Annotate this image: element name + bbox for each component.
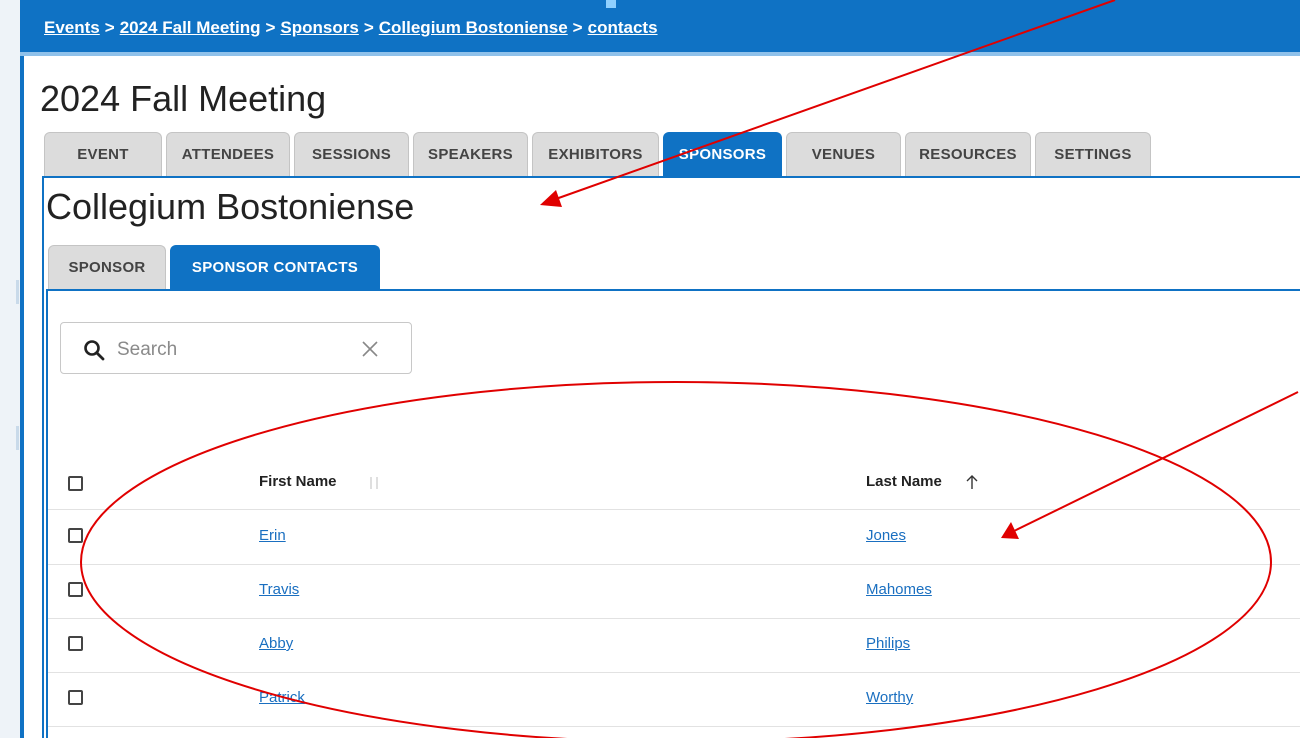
last-name-link[interactable]: Philips	[866, 635, 910, 652]
tab-sponsors[interactable]: SPONSORS	[663, 132, 782, 176]
last-name-link[interactable]: Jones	[866, 527, 906, 544]
table-row: Erin Jones	[48, 510, 1300, 565]
breadcrumb-events[interactable]: Events	[44, 18, 100, 37]
left-edge-strip	[0, 0, 20, 738]
table-row: Abby Philips	[48, 618, 1300, 673]
tab-resources[interactable]: RESOURCES	[905, 132, 1031, 176]
row-checkbox[interactable]	[68, 636, 83, 651]
first-name-link[interactable]: Travis	[259, 581, 299, 598]
breadcrumb: Events >2024 Fall Meeting > Sponsors > Colleg…	[44, 18, 658, 38]
breadcrumb-separator: >	[104, 18, 115, 37]
top-marker-icon	[606, 0, 616, 8]
column-header-first-name[interactable]: First Name	[259, 473, 337, 490]
table-header: First Name Last Name	[48, 457, 1300, 510]
search-icon	[84, 340, 105, 361]
tab-sponsor[interactable]: SPONSOR	[48, 245, 166, 289]
row-checkbox[interactable]	[68, 528, 83, 543]
table-row: Travis Mahomes	[48, 564, 1300, 619]
main-tab-bar: EVENT ATTENDEES SESSIONS SPEAKERS EXHIBI…	[44, 132, 1155, 176]
breadcrumb-separator: >	[363, 18, 374, 37]
edge-tick	[16, 280, 19, 304]
page-title: 2024 Fall Meeting	[40, 78, 327, 119]
close-icon[interactable]	[358, 337, 382, 361]
breadcrumb-sponsor[interactable]: Collegium Bostoniense	[379, 18, 568, 37]
last-name-link[interactable]: Worthy	[866, 689, 913, 706]
tab-speakers[interactable]: SPEAKERS	[413, 132, 528, 176]
tab-settings[interactable]: SETTINGS	[1035, 132, 1151, 176]
breadcrumb-separator: >	[572, 18, 583, 37]
edge-tick	[16, 426, 19, 450]
tab-venues[interactable]: VENUES	[786, 132, 901, 176]
first-name-link[interactable]: Erin	[259, 527, 286, 544]
arrow-up-icon[interactable]	[965, 473, 979, 491]
breadcrumb-event[interactable]: 2024 Fall Meeting	[120, 18, 261, 37]
first-name-link[interactable]: Patrick	[259, 689, 305, 706]
tab-sponsor-contacts[interactable]: SPONSOR CONTACTS	[170, 245, 380, 289]
sponsor-title: Collegium Bostoniense	[46, 186, 415, 227]
tab-event[interactable]: EVENT	[44, 132, 162, 176]
tab-exhibitors[interactable]: EXHIBITORS	[532, 132, 659, 176]
table-row: Patrick Worthy	[48, 672, 1300, 727]
row-checkbox[interactable]	[68, 582, 83, 597]
breadcrumb-contacts[interactable]: contacts	[588, 18, 658, 37]
sort-both-icon[interactable]	[368, 475, 380, 491]
breadcrumb-separator: >	[265, 18, 276, 37]
row-checkbox[interactable]	[68, 690, 83, 705]
search-input[interactable]	[115, 335, 359, 365]
column-header-last-name[interactable]: Last Name	[866, 473, 942, 490]
breadcrumb-sponsors[interactable]: Sponsors	[280, 18, 358, 37]
last-name-link[interactable]: Mahomes	[866, 581, 932, 598]
tab-attendees[interactable]: ATTENDEES	[166, 132, 290, 176]
first-name-link[interactable]: Abby	[259, 635, 293, 652]
select-all-checkbox[interactable]	[68, 476, 83, 491]
tab-sessions[interactable]: SESSIONS	[294, 132, 409, 176]
sponsor-tab-bar: SPONSOR SPONSOR CONTACTS	[48, 245, 384, 289]
